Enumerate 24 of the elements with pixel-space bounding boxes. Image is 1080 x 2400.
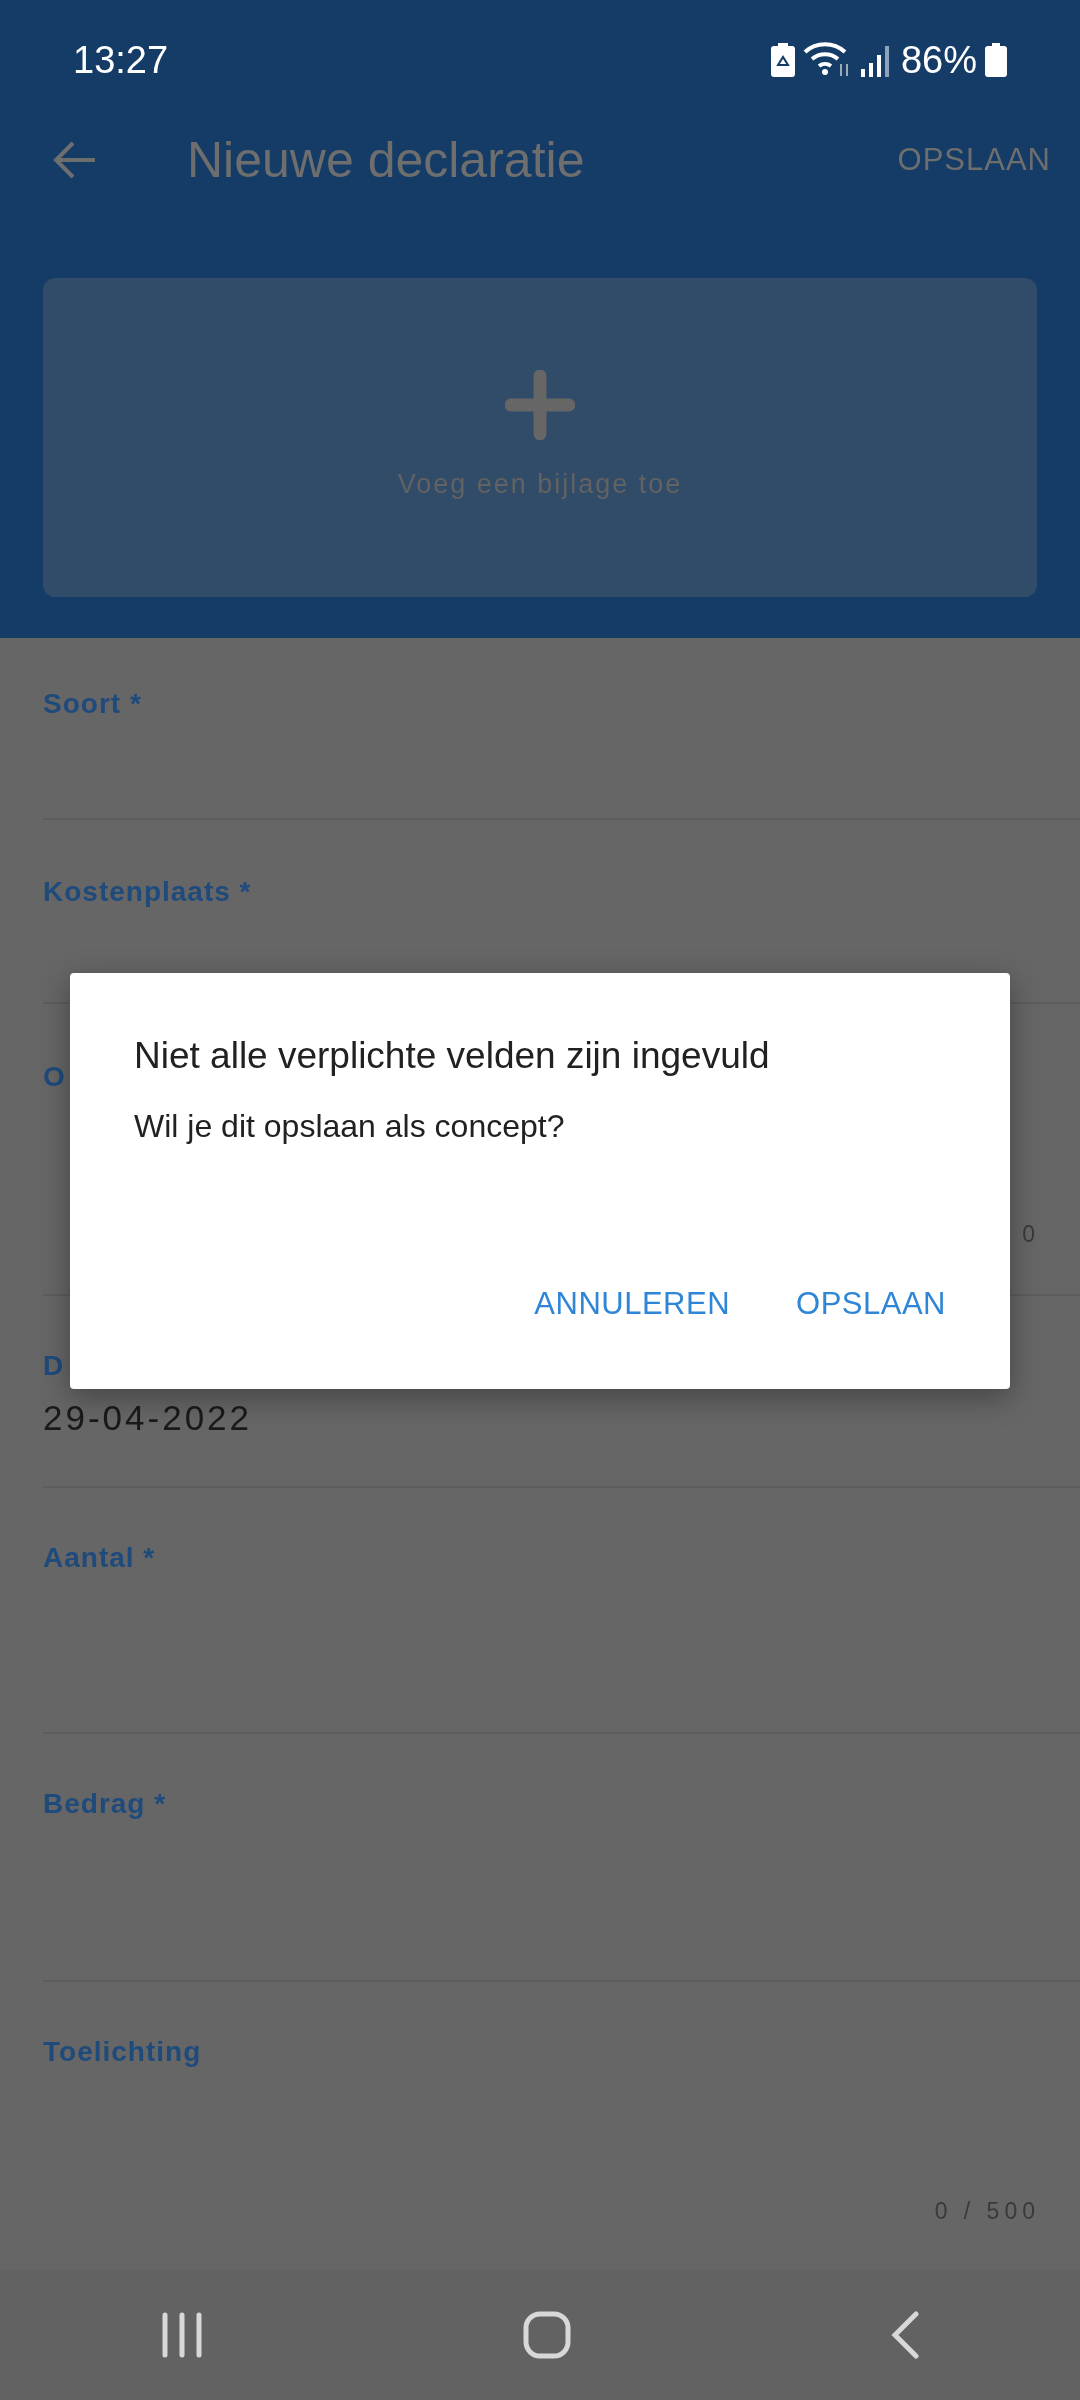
back-arrow-icon[interactable] [53, 140, 97, 180]
dialog-message: Wil je dit opslaan als concept? [134, 1106, 566, 1146]
form-field[interactable]: Bedrag * [43, 1742, 1080, 1982]
form-field[interactable]: Aantal * [43, 1496, 1080, 1734]
battery-icon [985, 43, 1007, 77]
field-label: Aantal * [43, 1541, 156, 1575]
battery-percent: 86% [900, 37, 977, 83]
battery-saver-icon [770, 43, 795, 77]
wifi-icon [802, 42, 851, 78]
field-label: Soort * [43, 687, 142, 721]
status-time: 13:27 [73, 37, 169, 83]
home-icon[interactable] [523, 2311, 571, 2359]
field-label: O [43, 1060, 66, 1094]
field-value: 29-04-2022 [43, 1396, 253, 1439]
plus-icon [505, 370, 575, 441]
save-button[interactable]: OPSLAAN [896, 135, 1052, 185]
field-label: Bedrag * [43, 1787, 167, 1821]
dialog-title: Niet alle verplichte velden zijn ingevuld [134, 1034, 771, 1078]
back-icon[interactable] [890, 2311, 921, 2359]
field-label: Toelichting [43, 2035, 202, 2069]
field-label: D [43, 1349, 65, 1383]
field-label: Kostenplaats * [43, 875, 252, 909]
screen-title: Nieuwe declaratie [187, 130, 585, 190]
form-field[interactable]: Soort * [43, 638, 1080, 820]
